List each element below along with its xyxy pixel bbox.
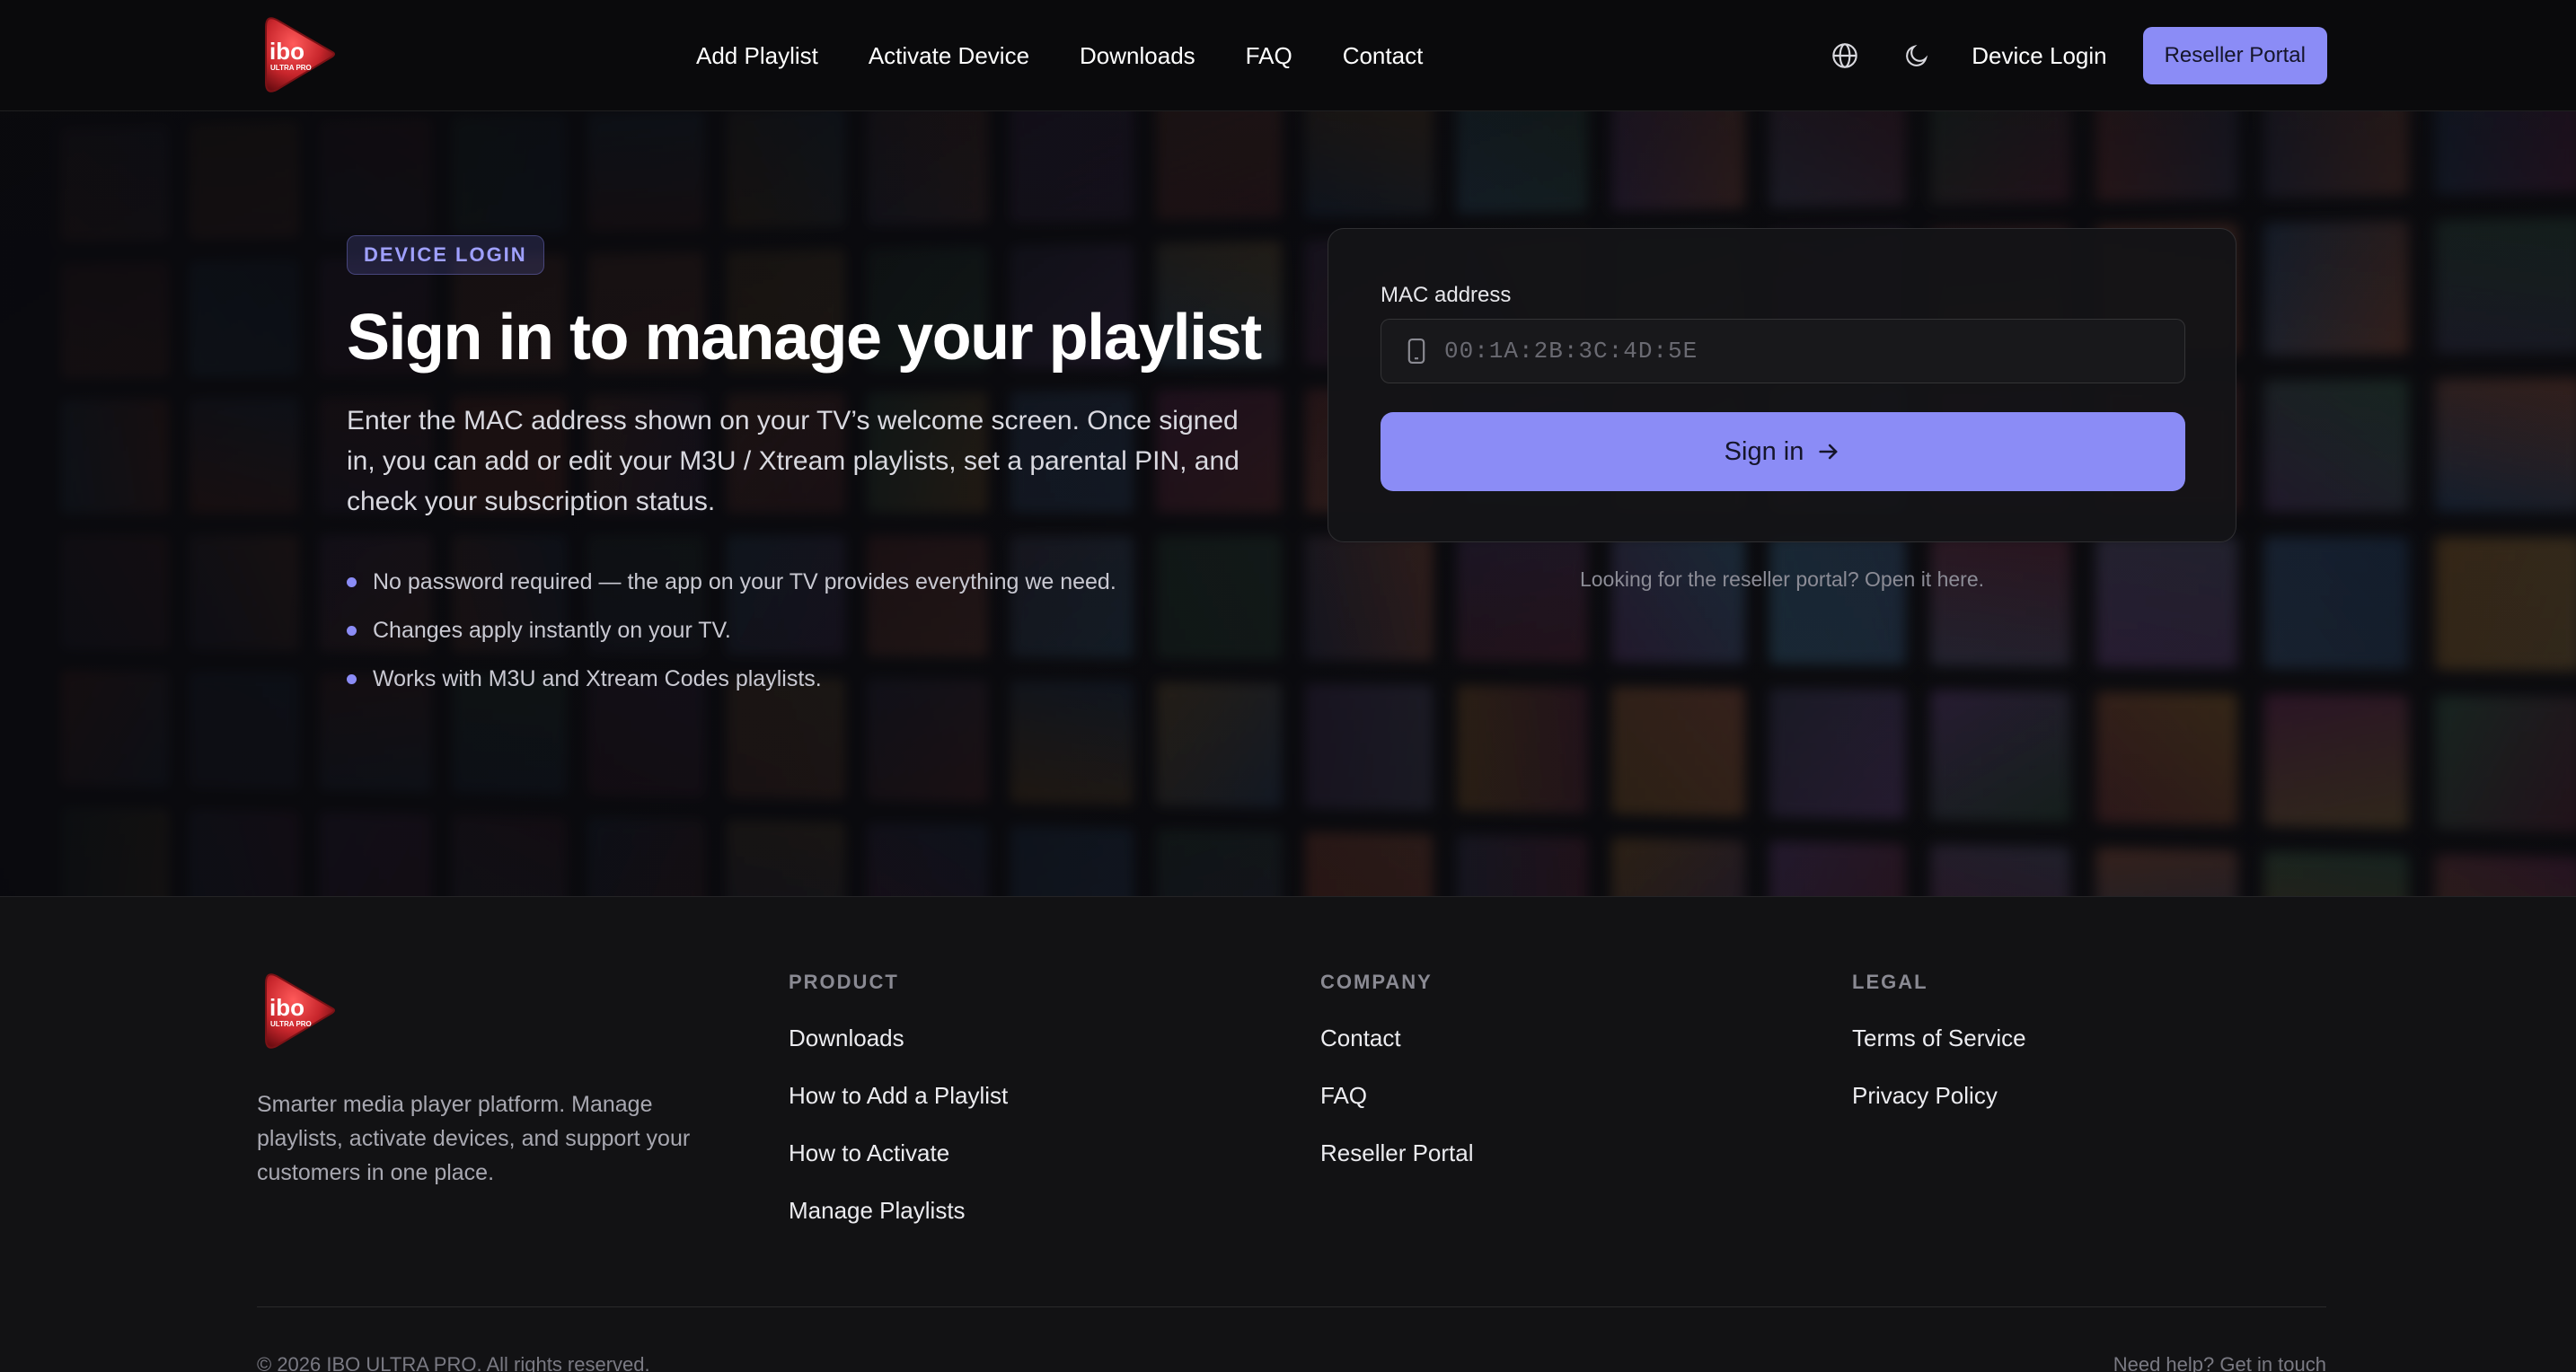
- device-icon: [1407, 338, 1425, 365]
- footer-link-faq[interactable]: FAQ: [1320, 1082, 1474, 1109]
- footer-link-manage-playlists[interactable]: Manage Playlists: [789, 1197, 1008, 1224]
- svg-text:ULTRA PRO: ULTRA PRO: [270, 1020, 312, 1028]
- globe-icon[interactable]: [1824, 35, 1866, 76]
- nav-activate-device[interactable]: Activate Device: [869, 42, 1029, 70]
- hero-section: DEVICE LOGIN Sign in to manage your play…: [347, 235, 1263, 714]
- footer-column-title: COMPANY: [1320, 971, 1433, 993]
- svg-text:ULTRA PRO: ULTRA PRO: [270, 64, 312, 72]
- sign-in-label: Sign in: [1724, 436, 1804, 466]
- help-link[interactable]: Need help? Get in touch: [2113, 1353, 2326, 1372]
- site-footer: ibo ULTRA PRO Smarter media player platf…: [0, 896, 2576, 1372]
- reseller-portal-hint-link[interactable]: Looking for the reseller portal? Open it…: [1328, 567, 2236, 592]
- list-item: Works with M3U and Xtream Codes playlist…: [347, 665, 1263, 692]
- signin-card: MAC address Sign in: [1328, 228, 2236, 542]
- bullet-dot-icon: [347, 673, 357, 684]
- footer-link-activate[interactable]: How to Activate: [789, 1139, 1008, 1166]
- svg-text:ibo: ibo: [269, 38, 304, 65]
- footer-link-reseller-portal[interactable]: Reseller Portal: [1320, 1139, 1474, 1166]
- footer-column-company: COMPANY Contact FAQ Reseller Portal: [1320, 971, 1474, 1197]
- hero-description: Enter the MAC address shown on your TV’s…: [347, 406, 1239, 516]
- sign-in-button[interactable]: Sign in: [1381, 412, 2185, 491]
- mac-address-field[interactable]: [1381, 319, 2185, 383]
- feature-list: No password required — the app on your T…: [347, 568, 1263, 692]
- footer-link-terms[interactable]: Terms of Service: [1852, 1025, 2026, 1051]
- main-nav: Add Playlist Activate Device Downloads F…: [696, 0, 1423, 111]
- bullet-dot-icon: [347, 625, 357, 636]
- footer-description: Smarter media player platform. Manage pl…: [257, 1092, 691, 1185]
- nav-faq[interactable]: FAQ: [1246, 42, 1292, 70]
- footer-link-privacy[interactable]: Privacy Policy: [1852, 1082, 2026, 1109]
- footer-divider: [257, 1306, 2326, 1307]
- footer-column-legal: LEGAL Terms of Service Privacy Policy: [1852, 971, 2026, 1139]
- nav-add-playlist[interactable]: Add Playlist: [696, 42, 818, 70]
- page-title: Sign in to manage your playlist: [347, 302, 1262, 374]
- footer-link-add-playlist[interactable]: How to Add a Playlist: [789, 1082, 1008, 1109]
- footer-link-contact[interactable]: Contact: [1320, 1025, 1474, 1051]
- footer-link-downloads[interactable]: Downloads: [789, 1025, 1008, 1051]
- mac-address-input[interactable]: [1444, 338, 2145, 365]
- reseller-portal-button[interactable]: Reseller Portal: [2142, 27, 2327, 84]
- device-login-link[interactable]: Device Login: [1972, 42, 2106, 70]
- nav-contact[interactable]: Contact: [1343, 42, 1424, 70]
- mac-address-label: MAC address: [1381, 283, 1512, 307]
- site-header: ibo ULTRA PRO Add Playlist Activate Devi…: [0, 0, 2576, 111]
- list-item: Changes apply instantly on your TV.: [347, 617, 1263, 644]
- ibo-logo[interactable]: ibo ULTRA PRO: [257, 969, 340, 1051]
- footer-column-product: PRODUCT Downloads How to Add a Playlist …: [789, 971, 1008, 1254]
- svg-text:ibo: ibo: [269, 994, 304, 1021]
- header-actions: Device Login Reseller Portal: [1824, 0, 2327, 111]
- device-login-badge: DEVICE LOGIN: [347, 235, 544, 275]
- nav-downloads[interactable]: Downloads: [1080, 42, 1195, 70]
- bullet-dot-icon: [347, 576, 357, 587]
- arrow-right-icon: [1819, 444, 1838, 460]
- copyright-text: © 2026 IBO ULTRA PRO. All rights reserve…: [257, 1353, 650, 1372]
- ibo-logo[interactable]: ibo ULTRA PRO: [257, 13, 340, 95]
- footer-column-title: LEGAL: [1852, 971, 1928, 993]
- moon-icon[interactable]: [1896, 35, 1937, 76]
- list-item: No password required — the app on your T…: [347, 568, 1263, 595]
- footer-column-title: PRODUCT: [789, 971, 899, 993]
